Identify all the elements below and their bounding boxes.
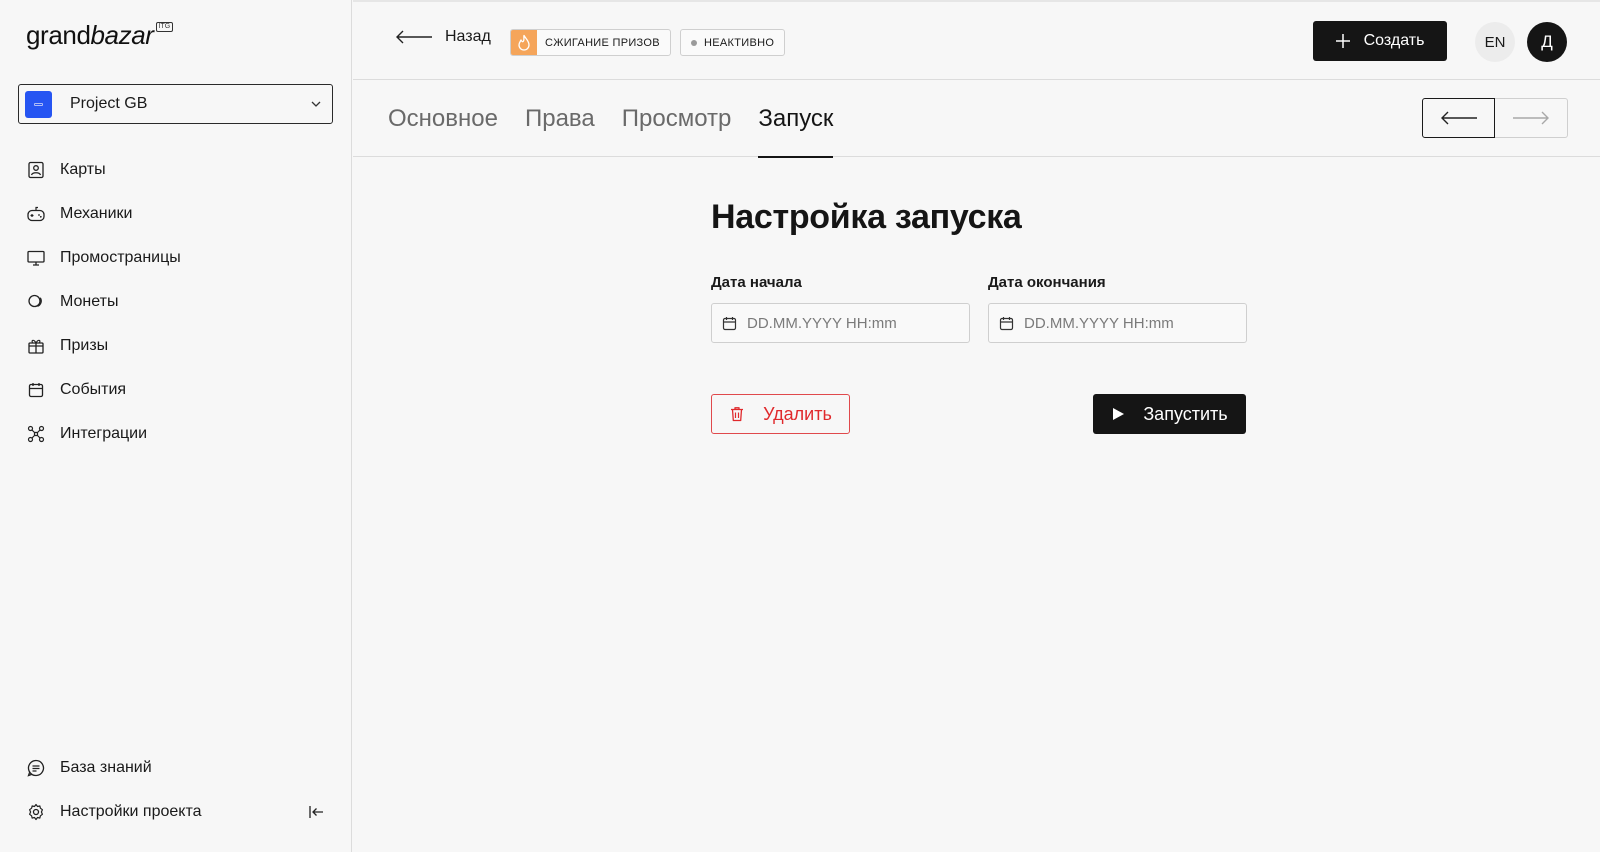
play-icon (1113, 408, 1125, 420)
tab-list: Основное Права Просмотр Запуск (388, 80, 860, 158)
knowledge-icon (27, 759, 45, 777)
sidebar-item-mechanics[interactable]: Механики (26, 192, 181, 236)
launch-button-label: Запустить (1143, 403, 1228, 424)
sidebar-item-integrations[interactable]: Интеграции (26, 412, 181, 456)
tab-launch[interactable]: Запуск (758, 80, 834, 158)
start-date-field: Дата начала (711, 274, 970, 343)
sidebar-item-label: Монеты (60, 293, 119, 310)
arrow-left-icon (1440, 111, 1477, 125)
sidebar-bottom-nav: База знаний Настройки проекта (26, 746, 326, 834)
sidebar-item-prizes[interactable]: Призы (26, 324, 181, 368)
delete-button-label: Удалить (763, 403, 832, 424)
card-icon (28, 161, 44, 179)
step-pager (1422, 98, 1568, 138)
gift-icon (28, 339, 44, 354)
calendar-icon (28, 383, 44, 398)
flame-icon (518, 34, 530, 51)
start-date-label: Дата начала (711, 274, 802, 291)
delete-button[interactable]: Удалить (711, 394, 850, 434)
project-name: Project GB (70, 95, 148, 112)
sidebar-item-promopages[interactable]: Промостраницы (26, 236, 181, 280)
trash-icon (731, 407, 744, 422)
gamepad-icon (27, 206, 45, 222)
logo-badge: ITG (155, 22, 174, 32)
previous-step-button[interactable] (1422, 98, 1495, 138)
settings-icon (29, 803, 43, 821)
sidebar-item-label: Карты (60, 161, 106, 178)
logo-text: grand (26, 20, 91, 50)
status-dot (691, 39, 697, 46)
sidebar-item-label: Настройки проекта (60, 803, 202, 820)
project-selector[interactable]: Project GB (18, 84, 333, 124)
chevron-down-icon (311, 101, 321, 107)
status-badge: НЕАКТИВНО (680, 29, 786, 56)
create-button-label: Создать (1363, 32, 1425, 49)
sidebar-item-knowledge-base[interactable]: База знаний (26, 746, 326, 790)
top-bar: Назад СЖИГАНИЕ ПРИЗОВ НЕАКТИВНО Создать … (353, 0, 1600, 80)
sidebar-item-label: События (60, 381, 127, 398)
user-avatar[interactable]: Д (1527, 22, 1567, 62)
launch-settings-panel: Настройка запуска Дата начала Дата оконч… (711, 198, 1247, 434)
sidebar: grandbazar ITG Project GB Карты Механики… (0, 0, 352, 852)
logo-text-italic: bazar (90, 20, 154, 50)
sidebar-nav: Карты Механики Промостраницы Монеты Приз… (26, 148, 181, 456)
page-title: Настройка запуска (711, 198, 1022, 236)
date-fields: Дата начала Дата окончания (711, 274, 1265, 343)
tabs-bar: Основное Права Просмотр Запуск (353, 80, 1600, 158)
start-date-input[interactable] (747, 314, 947, 332)
sidebar-item-label: Призы (60, 337, 109, 354)
sidebar-item-coins[interactable]: Монеты (26, 280, 181, 324)
create-button[interactable]: Создать (1313, 21, 1447, 61)
sidebar-item-events[interactable]: События (26, 368, 181, 412)
tab-permissions[interactable]: Права (525, 80, 595, 157)
monitor-icon (27, 250, 45, 266)
sidebar-item-label: Интеграции (60, 425, 148, 442)
end-date-input-wrapper[interactable] (988, 303, 1247, 343)
end-date-label: Дата окончания (988, 274, 1106, 291)
sidebar-item-label: Механики (60, 205, 133, 222)
calendar-icon (999, 316, 1014, 330)
project-avatar (25, 90, 52, 118)
end-date-input[interactable] (1024, 314, 1224, 332)
tab-preview[interactable]: Просмотр (622, 80, 732, 157)
back-label: Назад (445, 28, 491, 45)
sidebar-item-label: Промостраницы (60, 249, 181, 266)
arrow-left-icon (396, 30, 432, 44)
integrations-icon (27, 425, 45, 443)
arrow-right-icon (1513, 111, 1549, 125)
sidebar-item-cards[interactable]: Карты (26, 148, 181, 192)
launch-button[interactable]: Запустить (1093, 394, 1246, 434)
plus-icon (1335, 34, 1350, 48)
back-link[interactable]: Назад (395, 28, 491, 46)
calendar-icon (722, 316, 737, 330)
end-date-field: Дата окончания (988, 274, 1247, 343)
sidebar-item-label: База знаний (60, 759, 152, 776)
tab-general[interactable]: Основное (388, 80, 498, 157)
prize-burn-tag: СЖИГАНИЕ ПРИЗОВ (510, 29, 671, 56)
sidebar-item-project-settings[interactable]: Настройки проекта (26, 790, 326, 834)
status-badge-label: НЕАКТИВНО (704, 36, 775, 49)
language-switcher[interactable]: EN (1475, 22, 1515, 62)
next-step-button[interactable] (1495, 98, 1568, 138)
collapse-sidebar-icon[interactable] (306, 802, 326, 822)
start-date-input-wrapper[interactable] (711, 303, 970, 343)
coins-icon (28, 294, 42, 308)
logo[interactable]: grandbazar ITG (26, 20, 174, 51)
prize-burn-tag-label: СЖИГАНИЕ ПРИЗОВ (545, 36, 660, 49)
